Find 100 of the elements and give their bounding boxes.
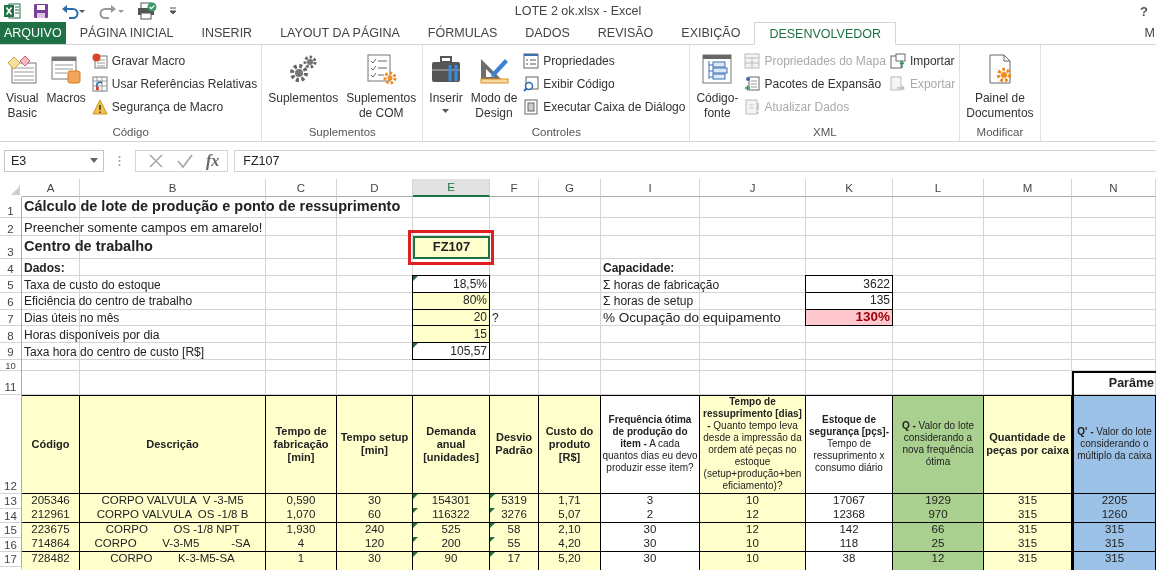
table-cell: 15: [412, 325, 490, 344]
column-title: Tempo de fabricação [min]: [266, 395, 337, 494]
row-header[interactable]: 9: [0, 343, 22, 360]
ribbon-tab[interactable]: REVISÃO: [583, 22, 668, 44]
button-label: Painel de Documentos: [966, 91, 1034, 121]
ribbon-button[interactable]: Executar Caixa de Diálogo: [523, 97, 686, 117]
ribbon-button[interactable]: Suplementos: [266, 49, 341, 126]
ribbon-button[interactable]: Visual Basic: [4, 49, 41, 126]
ribbon-button[interactable]: Gravar Macro: [91, 51, 258, 71]
button-label: Propriedades: [543, 54, 615, 68]
ribbon-tab[interactable]: PÁGINA INICIAL: [65, 22, 188, 44]
row-header[interactable]: 1: [0, 197, 22, 218]
column-title: Tempo de ressuprimento [dias] - Quanto tempo leva desde a impressão da ordem até peças no estoque (setup+produção+beneficiamento)?: [700, 395, 806, 494]
table-cell: 118: [806, 537, 893, 553]
column-title: Quantidade de peças por caixa: [984, 395, 1072, 494]
row-header[interactable]: 10: [0, 360, 22, 371]
table-cell: 315: [984, 508, 1072, 524]
ribbon-tab[interactable]: EXIBIÇÃO: [667, 22, 755, 44]
caret-icon: [90, 158, 98, 163]
button-label: Gravar Macro: [111, 54, 186, 68]
undo-icon[interactable]: [61, 3, 87, 19]
row-header[interactable]: 2: [0, 218, 22, 236]
row-header[interactable]: 6: [0, 292, 22, 310]
column-header[interactable]: K: [806, 179, 893, 197]
insert-function-button[interactable]: fx: [206, 151, 220, 170]
row-header[interactable]: 7: [0, 309, 22, 327]
error-indicator-icon: [413, 276, 418, 281]
ribbon-button[interactable]: Código- fonte: [694, 49, 741, 126]
row-header[interactable]: 3: [0, 236, 22, 259]
ribbon-tab[interactable]: DADOS: [511, 22, 584, 44]
cell-value: 17: [507, 552, 521, 565]
ribbon-button[interactable]: Pacotes de Expansão: [744, 74, 886, 94]
table-cell-text: Horas disponíveis por dia: [23, 327, 161, 344]
ribbon-button[interactable]: Painel de Documentos: [964, 49, 1036, 126]
group-label: Suplementos: [307, 126, 377, 140]
column-title: Custo do produto [R$]: [539, 395, 601, 494]
error-indicator-icon: [413, 343, 418, 349]
table-cell: 3622: [805, 275, 893, 293]
sheet-title: Cálculo de lote de produção e ponto de ressuprimento: [23, 197, 402, 217]
table-cell: 4: [266, 537, 337, 553]
formula-field[interactable]: FZ107: [234, 149, 1156, 172]
column-header[interactable]: C: [266, 179, 337, 197]
table-cell: 1,070: [266, 508, 337, 524]
column-title: Demanda anual [unidades]: [413, 395, 490, 494]
document-shapes-icon: [6, 53, 39, 85]
button-label: Importar: [909, 54, 955, 68]
row-header[interactable]: 11: [0, 371, 22, 395]
spreadsheet-logo-icon[interactable]: [4, 3, 21, 19]
column-header[interactable]: B: [80, 179, 266, 197]
name-box[interactable]: E3: [4, 149, 104, 172]
table-cell: CORPO V-3-M5 -SA: [80, 537, 266, 553]
table-cell: 10: [700, 537, 806, 553]
ribbon-button[interactable]: Propriedades: [523, 51, 686, 71]
file-tab[interactable]: ARQUIVO: [0, 22, 66, 44]
ribbon-button[interactable]: Exibir Código: [523, 74, 686, 94]
column-header[interactable]: E: [413, 179, 490, 197]
row-header[interactable]: 4: [0, 259, 22, 276]
column-header[interactable]: J: [700, 179, 806, 197]
account-name[interactable]: M: [1144, 22, 1156, 44]
column-header[interactable]: G: [539, 179, 601, 197]
ribbon-button[interactable]: Segurança de Macro: [91, 97, 258, 117]
row-header[interactable]: 8: [0, 326, 22, 344]
table-cell-text: Taxa de custo do estoque: [23, 276, 162, 293]
button-label: Propriedades do Mapa: [764, 54, 886, 68]
redo-icon[interactable]: [99, 3, 125, 19]
printer-icon[interactable]: [137, 2, 157, 20]
table-cell: FZ107: [413, 236, 490, 259]
ribbon-button[interactable]: Inserir: [427, 49, 465, 126]
table-cell: 60: [337, 508, 413, 524]
table-cell-text: Eficiência do centro de trabalho: [23, 293, 194, 310]
ribbon-button[interactable]: Macros: [44, 49, 88, 126]
group-label: Modificar: [975, 126, 1025, 140]
import-icon: [889, 53, 906, 69]
ribbon-button[interactable]: Importar: [889, 51, 956, 71]
ribbon-tab[interactable]: INSERIR: [187, 22, 267, 44]
check-icon[interactable]: [176, 152, 194, 169]
column-header[interactable]: F: [490, 179, 539, 197]
button-label: Executar Caixa de Diálogo: [543, 100, 686, 114]
list-icon: [523, 53, 540, 69]
ribbon-tab[interactable]: LAYOUT DA PÁGINA: [266, 22, 414, 44]
ribbon-button[interactable]: Suplementos de COM: [344, 49, 419, 126]
column-header[interactable]: A: [22, 179, 80, 197]
row-header[interactable]: 5: [0, 276, 22, 293]
button-label: Inserir: [429, 91, 463, 106]
customize-caret-icon[interactable]: [169, 7, 177, 15]
save-icon[interactable]: [33, 3, 49, 19]
table-cell-text: % Ocupação do equipamento: [602, 309, 782, 327]
column-header[interactable]: L: [893, 179, 984, 197]
button-label: Segurança de Macro: [111, 100, 224, 114]
table-cell: 212961: [22, 508, 80, 524]
ribbon-button[interactable]: Modo de Design: [468, 49, 520, 126]
column-header[interactable]: I: [601, 179, 700, 197]
column-header[interactable]: M: [984, 179, 1072, 197]
help-button[interactable]: ?: [1140, 3, 1148, 19]
column-header[interactable]: N: [1072, 179, 1156, 197]
ribbon-button[interactable]: Usar Referências Relativas: [91, 74, 258, 94]
ribbon-tab[interactable]: DESENVOLVEDOR: [754, 22, 896, 45]
table-cell: 80%: [412, 291, 490, 310]
table-scroll-icon: [50, 53, 83, 85]
ribbon-tab[interactable]: FÓRMULAS: [413, 22, 512, 44]
